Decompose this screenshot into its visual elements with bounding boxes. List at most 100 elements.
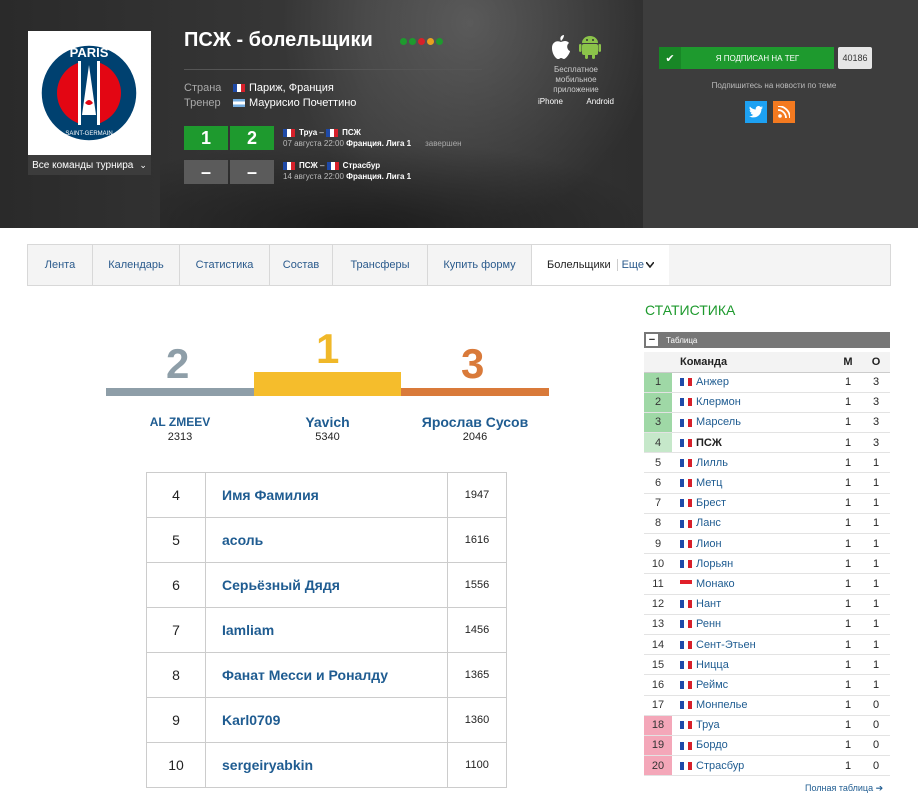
team-logo[interactable]: PARIS SAINT-GERMAIN <box>28 31 151 155</box>
team-cell[interactable]: Нант <box>672 594 834 615</box>
table-row[interactable]: 13 Ренн 1 1 <box>644 614 890 635</box>
apple-icon[interactable] <box>551 35 571 59</box>
table-row[interactable]: 17 Монпелье 1 0 <box>644 695 890 716</box>
android-link[interactable]: Android <box>586 97 614 107</box>
team-cell[interactable]: Лорьян <box>672 553 834 575</box>
team-cell[interactable]: Брест <box>672 493 834 514</box>
subscribe-button[interactable]: ✔ Я ПОДПИСАН НА ТЕГ <box>659 47 834 69</box>
table-row[interactable]: 8 Ланс 1 1 <box>644 513 890 535</box>
rss-icon[interactable] <box>773 101 795 123</box>
team-position: 4 <box>644 432 672 454</box>
france-flag-icon <box>680 660 692 669</box>
team-cell[interactable]: Ланс <box>672 513 834 535</box>
table-row[interactable]: 5 Лилль 1 1 <box>644 452 890 474</box>
team-name: Страсбур <box>696 759 745 772</box>
match-1-info[interactable]: Труа – ПСЖ 07 августа 22:00 Франция. Лиг… <box>283 127 462 149</box>
team-cell[interactable]: Ницца <box>672 654 834 676</box>
table-row[interactable]: 12 Нант 1 1 <box>644 594 890 615</box>
team-cell[interactable]: Лион <box>672 533 834 555</box>
full-table-link[interactable]: Полная таблица ➔ <box>805 783 883 794</box>
table-row[interactable]: 15 Ницца 1 1 <box>644 654 890 676</box>
team-cell[interactable]: Реймс <box>672 674 834 696</box>
match-1-away-score[interactable]: 2 <box>230 126 274 150</box>
fan-name[interactable]: Серьёзный Дядя <box>206 563 448 607</box>
team-cell[interactable]: Монако <box>672 573 834 595</box>
team-matches: 1 <box>834 452 862 474</box>
fan-name[interactable]: Iamliam <box>206 608 448 652</box>
fan-points: 1556 <box>464 579 490 591</box>
tab-buy-kit[interactable]: Купить форму <box>428 245 532 285</box>
coach-value[interactable]: Маурисио Почеттино <box>249 97 356 109</box>
twitter-icon[interactable] <box>745 101 767 123</box>
tab-feed[interactable]: Лента <box>28 245 93 285</box>
team-position: 12 <box>644 594 672 615</box>
france-flag-icon <box>680 620 692 629</box>
team-cell[interactable]: Марсель <box>672 412 834 434</box>
table-section-header[interactable]: − Таблица <box>644 332 890 348</box>
match-2-info[interactable]: ПСЖ – Страсбур 14 августа 22:00 Франция.… <box>283 160 411 182</box>
table-row[interactable]: 1 Анжер 1 3 <box>644 372 890 393</box>
table-row[interactable]: 10 Лорьян 1 1 <box>644 553 890 575</box>
podium-name-1[interactable]: Yavich <box>254 414 401 430</box>
match-1-home-score[interactable]: 1 <box>184 126 228 150</box>
country-label: Страна <box>184 82 222 94</box>
podium-name-2[interactable]: AL ZMEEV <box>106 415 254 429</box>
monaco-flag-icon <box>680 580 692 589</box>
podium-place-3: 3 <box>461 340 485 387</box>
team-name: Ланс <box>696 517 721 530</box>
table-row[interactable]: 16 Реймс 1 1 <box>644 674 890 696</box>
country-value[interactable]: Париж, Франция <box>249 82 334 94</box>
fan-name[interactable]: Фанат Месси и Роналду <box>206 653 448 697</box>
tab-fans[interactable]: Болельщики Еще <box>532 245 669 285</box>
france-flag-icon <box>283 161 295 170</box>
team-cell[interactable]: Сент-Этьен <box>672 634 834 656</box>
collapse-icon[interactable]: − <box>646 334 658 346</box>
table-row[interactable]: 4 ПСЖ 1 3 <box>644 432 890 454</box>
team-cell[interactable]: Клермон <box>672 392 834 413</box>
android-icon[interactable] <box>579 33 601 59</box>
team-name: Сент-Этьен <box>696 638 756 651</box>
team-position: 19 <box>644 735 672 757</box>
table-row[interactable]: 14 Сент-Этьен 1 1 <box>644 634 890 656</box>
team-cell[interactable]: Ренн <box>672 614 834 635</box>
france-flag-icon <box>680 701 692 710</box>
team-position: 14 <box>644 634 672 656</box>
table-row[interactable]: 9 Лион 1 1 <box>644 533 890 555</box>
iphone-link[interactable]: iPhone <box>538 97 563 107</box>
tab-more-label: Еще <box>621 259 644 271</box>
fan-name[interactable]: Karl0709 <box>206 698 448 742</box>
team-name: Марсель <box>696 416 741 429</box>
team-matches: 1 <box>834 372 862 393</box>
tab-more-dropdown[interactable]: Еще <box>616 259 655 271</box>
team-name: Труа <box>696 719 720 732</box>
tab-statistics[interactable]: Статистика <box>180 245 270 285</box>
team-cell[interactable]: Анжер <box>672 372 834 393</box>
team-cell[interactable]: Бордо <box>672 735 834 757</box>
table-row[interactable]: 11 Монако 1 1 <box>644 573 890 595</box>
team-cell[interactable]: Метц <box>672 472 834 494</box>
match-2-away-score[interactable]: – <box>230 160 274 184</box>
team-cell[interactable]: Труа <box>672 715 834 736</box>
table-row[interactable]: 7 Брест 1 1 <box>644 493 890 514</box>
fan-name[interactable]: Имя Фамилия <box>206 473 448 517</box>
france-flag-icon <box>680 761 692 770</box>
team-cell[interactable]: Монпелье <box>672 695 834 716</box>
table-row[interactable]: 3 Марсель 1 3 <box>644 412 890 434</box>
tab-transfers[interactable]: Трансферы <box>333 245 428 285</box>
fan-name[interactable]: асоль <box>206 518 448 562</box>
team-cell[interactable]: ПСЖ <box>672 432 834 454</box>
table-row[interactable]: 20 Страсбур 1 0 <box>644 755 890 777</box>
table-row[interactable]: 6 Метц 1 1 <box>644 472 890 494</box>
table-row[interactable]: 2 Клермон 1 3 <box>644 392 890 413</box>
table-row[interactable]: 18 Труа 1 0 <box>644 715 890 736</box>
team-matches: 1 <box>834 715 862 736</box>
tab-squad[interactable]: Состав <box>270 245 333 285</box>
team-cell[interactable]: Лилль <box>672 452 834 474</box>
all-teams-dropdown[interactable]: Все команды турнира ⌄ <box>28 155 151 175</box>
table-row[interactable]: 19 Бордо 1 0 <box>644 735 890 757</box>
fan-name[interactable]: sergeiryabkin <box>206 743 448 787</box>
podium-name-3[interactable]: Ярослав Сусов <box>401 414 549 430</box>
match-2-home-score[interactable]: – <box>184 160 228 184</box>
team-cell[interactable]: Страсбур <box>672 755 834 777</box>
tab-calendar[interactable]: Календарь <box>93 245 180 285</box>
